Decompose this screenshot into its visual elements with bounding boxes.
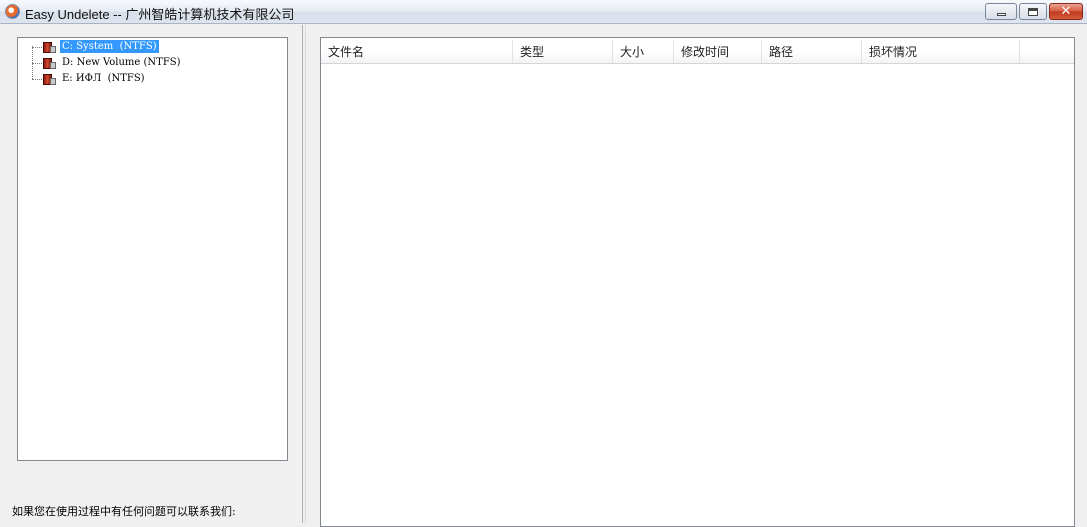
title-bar[interactable]: Easy Undelete -- 广州智皓计算机技术有限公司 ✕	[0, 0, 1087, 24]
drive-tree[interactable]: C: System (NTFS) D: New Volume (NTFS) E:…	[17, 37, 288, 461]
drive-icon	[43, 41, 56, 53]
drive-icon	[43, 73, 56, 85]
column-header-modified[interactable]: 修改时间	[674, 40, 762, 63]
maximize-button[interactable]	[1019, 3, 1047, 20]
close-button[interactable]: ✕	[1049, 3, 1083, 20]
maximize-icon	[1028, 7, 1038, 16]
file-list[interactable]: 文件名 类型 大小 修改时间 路径 损坏情况	[320, 37, 1075, 527]
column-header-filler	[1020, 40, 1074, 63]
drive-icon	[43, 57, 56, 69]
contact-text: 如果您在使用过程中有任何问题可以联系我们:	[12, 505, 236, 518]
tree-item-drive-c[interactable]: C: System (NTFS)	[60, 40, 159, 53]
column-header-type[interactable]: 类型	[513, 40, 613, 63]
column-header-damage[interactable]: 损坏情况	[862, 40, 1020, 63]
minimize-button[interactable]	[985, 3, 1017, 20]
minimize-icon	[996, 13, 1006, 16]
app-logo-icon[interactable]	[5, 4, 20, 19]
file-list-panel: 文件名 类型 大小 修改时间 路径 损坏情况	[305, 25, 1087, 527]
close-icon: ✕	[1060, 4, 1072, 19]
tree-item-drive-d[interactable]: D: New Volume (NTFS)	[60, 56, 183, 69]
window-title: Easy Undelete -- 广州智皓计算机技术有限公司	[25, 7, 295, 22]
column-header-size[interactable]: 大小	[613, 40, 674, 63]
drive-panel: C: System (NTFS) D: New Volume (NTFS) E:…	[0, 25, 303, 523]
file-list-header: 文件名 类型 大小 修改时间 路径 损坏情况	[321, 40, 1074, 64]
column-header-filename[interactable]: 文件名	[321, 40, 513, 63]
tree-item-drive-e[interactable]: E: ИФЛ (NTFS)	[60, 72, 147, 85]
column-header-path[interactable]: 路径	[762, 40, 862, 63]
